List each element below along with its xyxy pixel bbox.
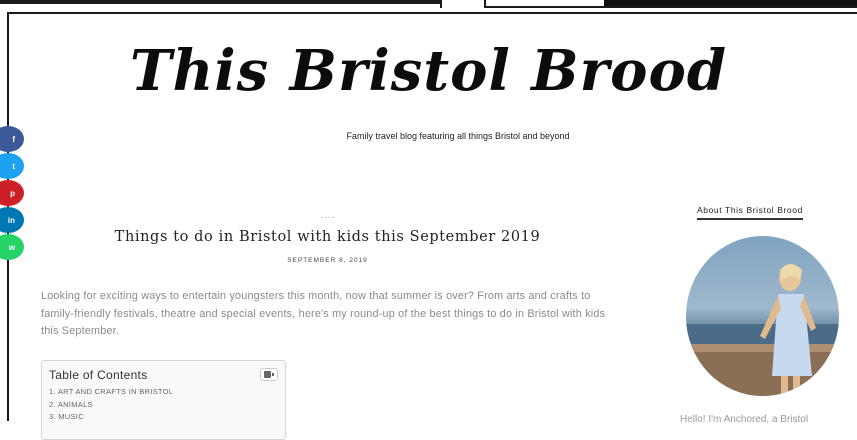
facebook-share-button[interactable]: f bbox=[0, 126, 24, 152]
post-separator-dots: .... bbox=[320, 210, 336, 221]
toc-item-animals[interactable]: 2. ANIMALS bbox=[49, 399, 173, 412]
social-share-stack: f t p in w bbox=[0, 126, 26, 261]
facebook-icon: f bbox=[12, 134, 15, 144]
linkedin-icon: in bbox=[7, 215, 15, 225]
whatsapp-share-button[interactable]: w bbox=[0, 234, 24, 260]
page-border-top bbox=[7, 12, 857, 14]
site-tagline: Family travel blog featuring all things … bbox=[346, 131, 570, 141]
pinterest-icon: p bbox=[10, 188, 15, 198]
linkedin-share-button[interactable]: in bbox=[0, 207, 24, 233]
sidebar-about-greeting: Hello! I'm Anchored, a Bristol bbox=[680, 414, 809, 425]
toc-toggle-button[interactable] bbox=[260, 368, 278, 381]
window-edge-right-dark bbox=[604, 0, 857, 6]
window-edge-left-corner bbox=[440, 0, 442, 8]
toc-item-art-and-crafts[interactable]: 1. ART AND CRAFTS IN BRISTOL bbox=[49, 386, 173, 399]
twitter-icon: t bbox=[12, 161, 15, 171]
whatsapp-icon: w bbox=[8, 242, 15, 252]
window-edge-left bbox=[0, 0, 442, 4]
site-logo-title[interactable]: This Bristol Brood bbox=[0, 38, 857, 104]
post-date: SEPTEMBER 8, 2019 bbox=[287, 257, 368, 264]
post-intro-paragraph: Looking for exciting ways to entertain y… bbox=[41, 290, 606, 337]
list-toggle-icon bbox=[264, 371, 274, 378]
author-photo-image bbox=[686, 236, 839, 396]
toc-title: Table of Contents bbox=[49, 368, 148, 382]
author-profile-photo bbox=[686, 236, 839, 396]
twitter-share-button[interactable]: t bbox=[0, 153, 24, 179]
table-of-contents: Table of Contents 1. ART AND CRAFTS IN B… bbox=[41, 360, 286, 440]
toc-list: 1. ART AND CRAFTS IN BRISTOL 2. ANIMALS … bbox=[49, 386, 173, 424]
post-title[interactable]: Things to do in Bristol with kids this S… bbox=[60, 229, 595, 245]
sidebar-about-heading: About This Bristol Brood bbox=[697, 205, 803, 220]
toc-item-music[interactable]: 3. MUSIC bbox=[49, 411, 173, 424]
pinterest-share-button[interactable]: p bbox=[0, 180, 24, 206]
